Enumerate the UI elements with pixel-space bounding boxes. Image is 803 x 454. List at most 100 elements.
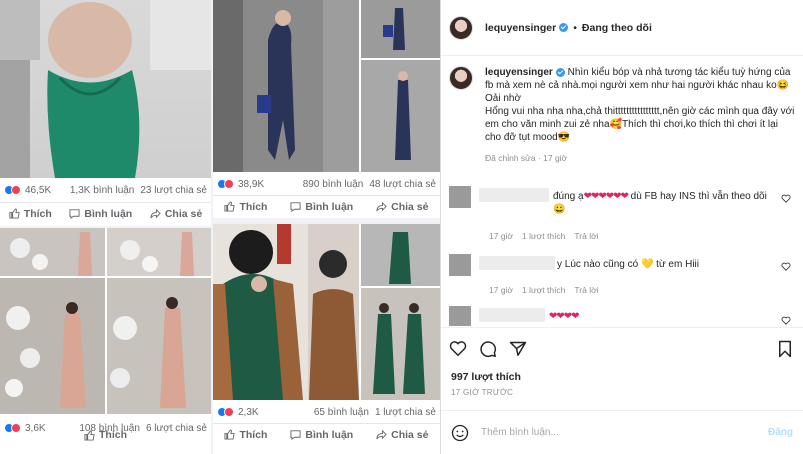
caption: lequyensinger Nhìn kiểu bóp và nhả tương…: [449, 66, 795, 165]
blurred-username: [479, 188, 549, 202]
share-button[interactable]: Chia sẻ: [150, 208, 202, 220]
like-button[interactable]: Thích: [9, 208, 52, 220]
comment-bubble-icon[interactable]: [479, 340, 497, 358]
comment-label: Bình luận: [305, 200, 354, 213]
avatar[interactable]: [449, 186, 471, 208]
comment-emoji: 😀: [553, 204, 566, 215]
blurred-username: [479, 256, 555, 270]
verified-badge-icon: [555, 67, 565, 77]
comment-hearts: ❤❤❤❤❤❤: [583, 191, 629, 202]
post-photo-grid[interactable]: [213, 0, 440, 172]
comment-text: đúng ạ: [553, 191, 584, 202]
share-count[interactable]: 1 lượt chia sẻ: [375, 407, 436, 418]
comment-heart-emoji: 💛: [640, 259, 654, 270]
username[interactable]: lequyensinger: [485, 22, 556, 34]
reaction-count[interactable]: 38,9K: [238, 179, 264, 190]
like-button[interactable]: Thích: [224, 201, 267, 213]
post-actions: Thích Bình luận Chia sẻ: [213, 423, 440, 445]
comment-hearts: ❤❤❤❤: [549, 311, 579, 322]
caption-meta: Đã chỉnh sửa · 17 giờ: [485, 153, 568, 163]
avatar[interactable]: [449, 66, 473, 90]
comment-button[interactable]: Bình luận: [69, 208, 132, 220]
post-stats: 38,9K 890 bình luận 48 lượt chia sẻ: [213, 174, 440, 194]
comment-count[interactable]: 65 bình luận: [314, 407, 369, 418]
post-comment-button[interactable]: Đăng: [768, 427, 793, 438]
facebook-posts-collage: 46,5K 1,3K bình luận 23 lượt chia sẻ Thí…: [0, 0, 440, 454]
thumbs-up-icon: [9, 208, 20, 219]
comment-label: Bình luận: [305, 428, 354, 441]
heart-icon[interactable]: [781, 262, 791, 271]
like-count[interactable]: 997 lượt thích: [451, 371, 521, 383]
comment-likes[interactable]: 1 lượt thích: [522, 284, 565, 297]
post-action-bar: [441, 327, 803, 369]
post-photo-grid[interactable]: [213, 224, 440, 400]
avatar[interactable]: [449, 306, 471, 326]
fb-post-2: 38,9K 890 bình luận 48 lượt chia sẻ Thíc…: [213, 0, 440, 218]
comment-item: đúng ạ❤❤❤❤❤❤ dù FB hay INS thì vẫn theo …: [449, 186, 795, 242]
like-button[interactable]: Thích: [224, 429, 267, 441]
like-label: Thích: [23, 207, 52, 220]
send-icon[interactable]: [509, 340, 527, 357]
love-reaction-icon: [11, 185, 21, 195]
share-label: Chia sẻ: [164, 207, 203, 220]
share-icon: [376, 429, 387, 440]
comment-label: Bình luận: [84, 207, 133, 220]
comment-count[interactable]: 890 bình luận: [303, 179, 364, 190]
blurred-username: [479, 308, 545, 322]
share-icon: [150, 208, 161, 219]
comment-icon: [290, 202, 301, 212]
fb-post-4: 2,3K 65 bình luận 1 lượt chia sẻ Thích B…: [213, 224, 440, 454]
follow-status-button[interactable]: Đang theo dõi: [582, 22, 652, 34]
reaction-count[interactable]: 2,3K: [238, 407, 259, 418]
post-time: 17 GIỜ TRƯỚC: [451, 388, 514, 397]
thumbs-up-icon: [84, 429, 95, 441]
like-button[interactable]: Thích: [84, 429, 127, 441]
post-actions: Thích: [0, 424, 211, 446]
caption-line-2: Oải nhờ: [485, 93, 522, 104]
share-button[interactable]: Chia sẻ: [376, 429, 429, 441]
separator-dot: •: [573, 21, 577, 34]
share-label: Chia sẻ: [391, 200, 429, 213]
like-label: Thích: [239, 200, 268, 213]
share-button[interactable]: Chia sẻ: [376, 200, 429, 213]
love-reaction-icon: [224, 179, 234, 189]
comment-time: 17 giờ: [489, 285, 514, 295]
share-count[interactable]: 23 lượt chia sẻ: [140, 185, 207, 196]
instagram-post-panel: lequyensinger • Đang theo dõi lequyensin…: [440, 0, 803, 454]
like-heart-icon[interactable]: [449, 340, 467, 357]
like-label: Thích: [99, 429, 127, 441]
avatar[interactable]: [449, 15, 473, 40]
beige-dress-photos: [0, 228, 211, 414]
thumbs-up-icon: [224, 429, 236, 440]
add-comment-bar: Thêm bình luận... Đăng: [441, 410, 803, 454]
avatar[interactable]: [449, 254, 471, 276]
fb-post-1: 46,5K 1,3K bình luận 23 lượt chia sẻ Thí…: [0, 0, 211, 226]
post-stats: 46,5K 1,3K bình luận 23 lượt chia sẻ: [0, 180, 211, 200]
comment-item: ❤❤❤❤: [449, 306, 795, 326]
share-icon: [376, 201, 387, 212]
reply-button[interactable]: Trả lời: [574, 284, 598, 297]
comment-icon: [69, 209, 80, 219]
comment-text-b: từ em Hiii: [653, 259, 699, 270]
heart-icon[interactable]: [781, 316, 791, 325]
comment-likes[interactable]: 1 lượt thích: [522, 230, 565, 243]
navy-outfit-photos: [213, 0, 440, 172]
bookmark-icon[interactable]: [777, 340, 793, 358]
post-photo[interactable]: [0, 0, 211, 178]
post-actions: Thích Bình luận Chia sẻ: [0, 202, 211, 224]
comment-button[interactable]: Bình luận: [290, 201, 353, 213]
comment-button[interactable]: Bình luận: [290, 429, 353, 441]
reply-button[interactable]: Trả lời: [574, 230, 598, 243]
green-dress-photo: [0, 0, 211, 178]
heart-icon[interactable]: [781, 194, 791, 203]
comment-count[interactable]: 1,3K bình luận: [70, 185, 135, 196]
caption-line-3: Hổng vui nha nha nha,chả thitttttttttttt…: [485, 106, 795, 143]
reaction-count[interactable]: 46,5K: [25, 185, 51, 196]
comment-input[interactable]: Thêm bình luận...: [481, 427, 768, 438]
share-count[interactable]: 48 lượt chia sẻ: [369, 179, 436, 190]
thumbs-up-icon: [224, 201, 236, 212]
emoji-icon[interactable]: [451, 424, 469, 442]
caption-username[interactable]: lequyensinger: [485, 67, 553, 78]
comment-time: 17 giờ: [489, 231, 514, 241]
post-photo-grid[interactable]: [0, 228, 211, 414]
